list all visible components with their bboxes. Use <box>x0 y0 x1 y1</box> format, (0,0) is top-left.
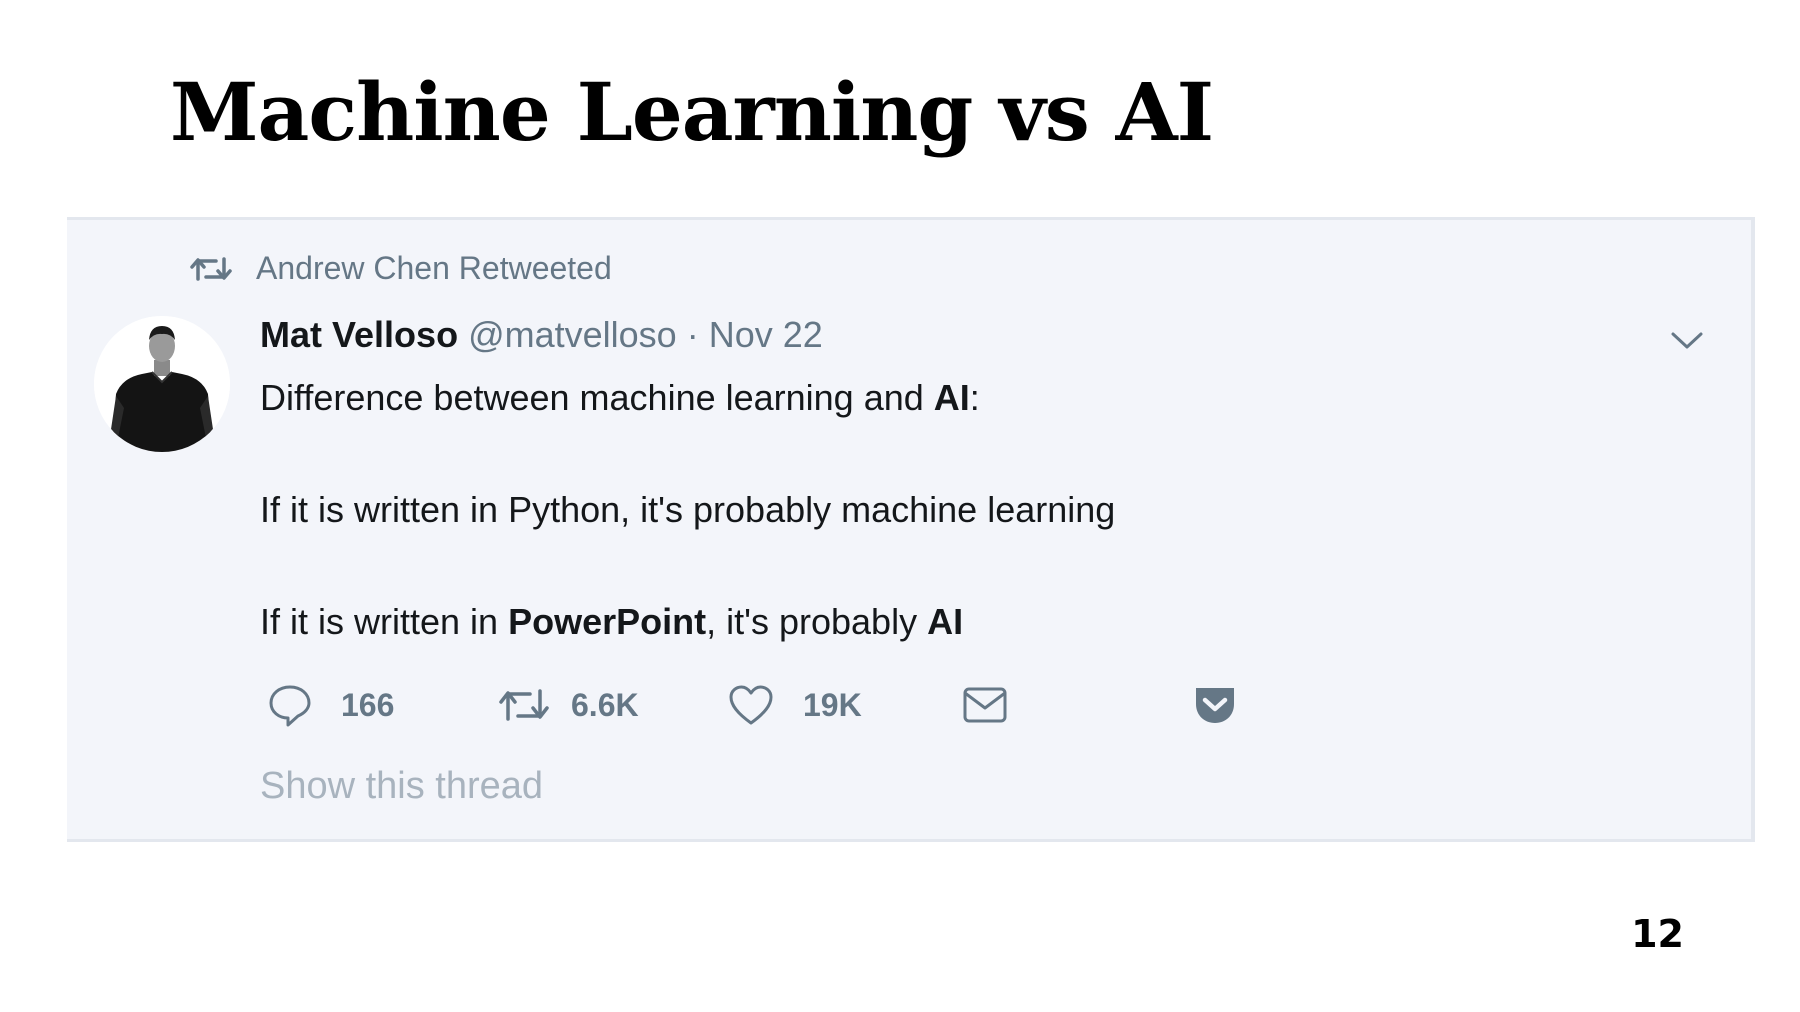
avatar[interactable] <box>94 316 230 452</box>
tweet-text: Difference between machine learning and … <box>260 370 1115 650</box>
retweet-button[interactable]: 6.6K <box>497 680 639 730</box>
page-number: 12 <box>1631 912 1684 956</box>
pocket-button[interactable] <box>1192 680 1238 730</box>
retweet-icon <box>190 256 232 281</box>
tweet-line-3: If it is written in PowerPoint, it's pro… <box>260 594 1115 650</box>
profile-photo <box>94 316 230 452</box>
tweet-line-1-prefix: Difference between machine learning and <box>260 377 934 418</box>
tweet-line-3-bold-2: AI <box>927 601 964 642</box>
pocket-icon <box>1196 688 1234 723</box>
tweet-line-1: Difference between machine learning and … <box>260 370 1115 426</box>
retweet-context-label[interactable]: Andrew Chen Retweeted <box>256 250 612 287</box>
tweet-line-3-prefix: If it is written in <box>260 601 509 642</box>
like-count: 19K <box>803 686 862 723</box>
tweet-header: Mat Velloso @matvelloso · Nov 22 <box>260 314 823 356</box>
author-name[interactable]: Mat Velloso <box>260 314 458 355</box>
retweet-context[interactable]: Andrew Chen Retweeted <box>190 250 612 287</box>
slide-title: Machine Learning vs AI <box>170 65 1214 159</box>
tweet-date[interactable]: Nov 22 <box>709 314 823 355</box>
tweet-line-3-middle: , it's probably <box>706 601 928 642</box>
tweet-line-3-bold-1: PowerPoint <box>508 601 707 642</box>
retweet-count: 6.6K <box>571 686 639 723</box>
like-button[interactable]: 19K <box>727 680 862 730</box>
message-icon <box>963 687 1007 723</box>
show-thread-link[interactable]: Show this thread <box>260 765 543 808</box>
direct-message-button[interactable] <box>962 680 1008 730</box>
reply-icon <box>269 685 311 727</box>
tweet-line-2: If it is written in Python, it's probabl… <box>260 489 1116 530</box>
tweet-line-1-suffix: : <box>969 377 980 418</box>
author-handle[interactable]: @matvelloso <box>468 314 677 355</box>
tweet-line-1-bold: AI <box>933 377 970 418</box>
tweet-actions: 166 6.6K 19K <box>267 680 1234 730</box>
retweet-icon <box>499 689 549 721</box>
header-separator: · <box>686 314 699 355</box>
reply-button[interactable]: 166 <box>267 680 394 730</box>
tweet-card[interactable]: Andrew Chen Retweeted Mat Velloso @matve… <box>67 217 1755 842</box>
reply-count: 166 <box>341 686 395 723</box>
chevron-down-icon[interactable] <box>1669 328 1705 352</box>
like-icon <box>729 685 773 725</box>
